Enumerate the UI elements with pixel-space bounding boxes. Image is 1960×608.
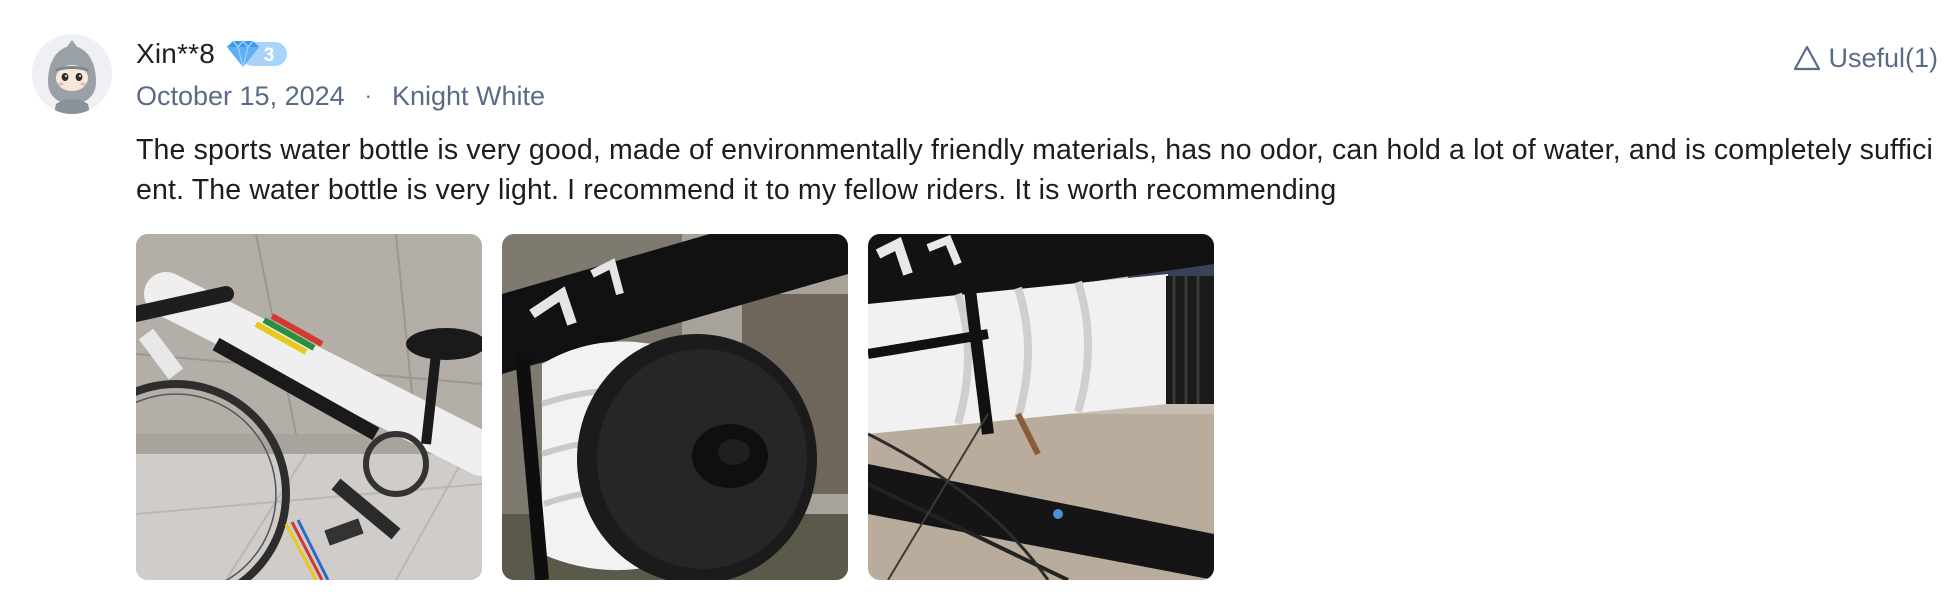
review-text: The sports water bottle is very good, ma… [136,134,1934,206]
avatar[interactable] [32,34,112,114]
review-meta: October 15, 2024 · Knight White [136,78,545,114]
review-photo-bottle-cap-closeup[interactable] [502,234,848,580]
review-photo-bicycle-frame[interactable] [136,234,482,580]
meta-separator: · [364,83,372,108]
review-date: October 15, 2024 [136,80,345,111]
level-badge: 3 [223,39,289,69]
triangle-outline-icon [1794,45,1821,71]
review-photos [136,234,1214,580]
review-card: Xin**8 3 October 15, 2024 · Knight White… [0,0,1960,608]
useful-button[interactable]: Useful(1) [1792,38,1938,78]
level-number: 3 [264,45,275,66]
product-variant: Knight White [391,80,546,111]
username-row: Xin**8 3 [136,34,289,74]
ninja-avatar-icon [32,34,112,114]
review-photo-bottle-in-cage[interactable] [868,234,1214,580]
useful-label: Useful(1) [1828,42,1938,73]
username[interactable]: Xin**8 [136,38,215,70]
